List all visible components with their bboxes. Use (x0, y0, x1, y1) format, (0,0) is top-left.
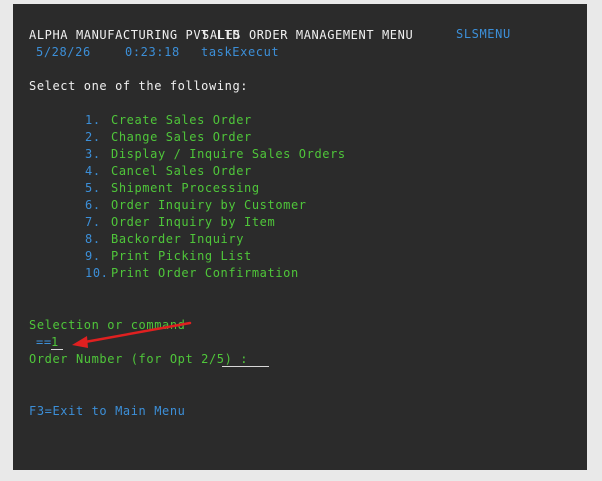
menu-option-7[interactable]: 7. Order Inquiry by Item (85, 215, 275, 229)
menu-option-label: Create Sales Order (111, 113, 252, 127)
system-time: 0:23:18 (125, 45, 180, 59)
menu-option-number: 1. (85, 113, 101, 127)
menu-option-4[interactable]: 4. Cancel Sales Order (85, 164, 252, 178)
menu-option-number: 5. (85, 181, 101, 195)
menu-option-number: 7. (85, 215, 101, 229)
terminal-screen[interactable]: ALPHA MANUFACTURING PVT LTD SALES ORDER … (13, 4, 587, 470)
menu-option-1[interactable]: 1. Create Sales Order (85, 113, 252, 127)
menu-option-5[interactable]: 5. Shipment Processing (85, 181, 260, 195)
menu-option-number: 10. (85, 266, 109, 280)
menu-option-label: Order Inquiry by Item (111, 215, 276, 229)
menu-option-number: 9. (85, 249, 101, 263)
menu-option-number: 4. (85, 164, 101, 178)
menu-option-6[interactable]: 6. Order Inquiry by Customer (85, 198, 307, 212)
menu-option-8[interactable]: 8. Backorder Inquiry (85, 232, 244, 246)
system-date: 5/28/26 (36, 45, 91, 59)
command-input[interactable]: 1 (51, 335, 63, 350)
order-number-label: Order Number (for Opt 2/5) : (29, 352, 249, 366)
menu-option-2[interactable]: 2. Change Sales Order (85, 130, 252, 144)
task-name: taskExecut (201, 45, 280, 59)
menu-option-label: Print Order Confirmation (111, 266, 299, 280)
menu-option-label: Display / Inquire Sales Orders (111, 147, 346, 161)
function-key-f3[interactable]: F3=Exit to Main Menu (29, 404, 186, 418)
menu-title: SALES ORDER MANAGEMENT MENU (202, 28, 414, 42)
menu-option-label: Order Inquiry by Customer (111, 198, 307, 212)
command-prefix: == (36, 335, 52, 349)
menu-option-9[interactable]: 9. Print Picking List (85, 249, 252, 263)
menu-option-label: Backorder Inquiry (111, 232, 245, 246)
select-prompt: Select one of the following: (29, 79, 249, 93)
menu-option-number: 3. (85, 147, 101, 161)
menu-option-label: Print Picking List (111, 249, 252, 263)
menu-option-number: 8. (85, 232, 101, 246)
menu-id: SLSMENU (456, 27, 511, 41)
order-number-input[interactable] (222, 352, 269, 367)
menu-option-3[interactable]: 3. Display / Inquire Sales Orders (85, 147, 346, 161)
menu-option-label: Cancel Sales Order (111, 164, 252, 178)
menu-option-number: 2. (85, 130, 101, 144)
menu-option-label: Shipment Processing (111, 181, 260, 195)
command-label: Selection or command (29, 318, 186, 332)
menu-option-label: Change Sales Order (111, 130, 252, 144)
menu-option-number: 6. (85, 198, 101, 212)
menu-option-10[interactable]: 10. Print Order Confirmation (85, 266, 299, 280)
